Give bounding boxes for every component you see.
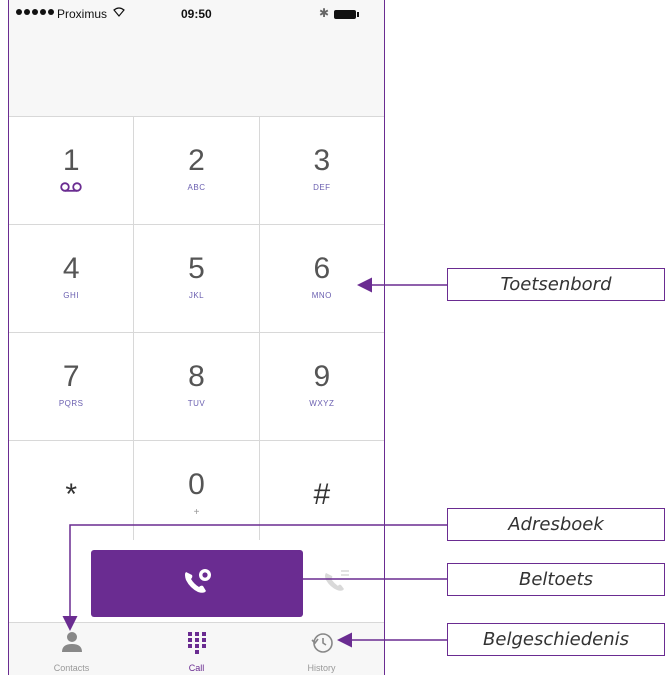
key-2[interactable]: 2 ABC — [134, 117, 260, 224]
key-digit: # — [313, 478, 331, 511]
dialpad-icon — [187, 631, 207, 660]
key-8[interactable]: 8 TUV — [134, 333, 260, 440]
status-time: 09:50 — [181, 7, 212, 21]
key-plus: + — [193, 507, 200, 518]
key-letters: JKL — [188, 291, 205, 300]
key-letters: DEF — [313, 183, 331, 192]
key-digit: 8 — [188, 360, 205, 393]
callout-call-button: Beltoets — [447, 563, 665, 596]
keypad-row: 4 GHI 5 JKL 6 MNO — [9, 225, 384, 333]
bluetooth-icon: ✱ — [319, 6, 330, 20]
voicemail-icon — [9, 177, 133, 197]
number-display — [9, 30, 384, 116]
key-digit: 3 — [313, 144, 331, 177]
key-star[interactable]: * — [9, 441, 135, 548]
call-button[interactable] — [91, 550, 303, 617]
call-area — [9, 540, 384, 622]
keypad-row: 1 2 ABC 3 DEF — [9, 117, 384, 225]
key-7[interactable]: 7 PQRS — [9, 333, 135, 440]
key-letters: WXYZ — [309, 399, 335, 408]
key-digit: 7 — [62, 360, 80, 393]
tab-bar: Contacts Call History — [9, 622, 384, 675]
tab-label: Contacts — [53, 663, 90, 673]
key-hash[interactable]: # — [260, 441, 384, 548]
key-digit: 2 — [188, 144, 205, 177]
key-4[interactable]: 4 GHI — [9, 225, 135, 332]
key-digit: 9 — [313, 360, 331, 393]
key-1[interactable]: 1 — [9, 117, 135, 224]
tab-label: Call — [188, 663, 205, 673]
key-3[interactable]: 3 DEF — [260, 117, 384, 224]
key-letters: PQRS — [58, 399, 84, 408]
callout-keypad: Toetsenbord — [447, 268, 665, 301]
tab-contacts[interactable]: Contacts — [9, 623, 134, 675]
keypad-row: 7 PQRS 8 TUV 9 WXYZ — [9, 333, 384, 441]
key-5[interactable]: 5 JKL — [134, 225, 260, 332]
phone-screen: Proximus 09:50 ✱ 1 2 ABC 3 DEF 4 GHI 5 J… — [8, 0, 385, 675]
key-digit: * — [65, 478, 77, 511]
status-bar: Proximus 09:50 ✱ — [9, 0, 384, 30]
key-digit: 5 — [188, 252, 205, 285]
key-digit: 1 — [62, 144, 80, 177]
phone-call-icon — [180, 566, 214, 601]
battery-icon — [334, 10, 359, 19]
history-icon — [310, 631, 334, 660]
signal-strength-icon — [16, 9, 54, 15]
carrier-name: Proximus — [57, 7, 108, 21]
key-digit: 4 — [62, 252, 80, 285]
key-6[interactable]: 6 MNO — [260, 225, 384, 332]
phone-disabled-icon[interactable] — [321, 568, 353, 601]
tab-history[interactable]: History — [259, 623, 384, 675]
key-0[interactable]: 0 + — [134, 441, 260, 548]
key-9[interactable]: 9 WXYZ — [260, 333, 384, 440]
key-letters: MNO — [311, 291, 332, 300]
tab-label: History — [307, 663, 336, 673]
key-letters: GHI — [63, 291, 80, 300]
keypad-row: * 0 + # — [9, 441, 384, 548]
wifi-icon — [113, 6, 125, 20]
dial-keypad: 1 2 ABC 3 DEF 4 GHI 5 JKL 6 MNO 7 PQRS 8… — [9, 116, 384, 548]
key-digit: 0 — [188, 468, 205, 501]
tab-call[interactable]: Call — [134, 623, 259, 675]
key-digit: 6 — [313, 252, 331, 285]
callout-contacts: Adresboek — [447, 508, 665, 541]
key-letters: ABC — [187, 183, 206, 192]
key-letters: TUV — [187, 399, 206, 408]
callout-history: Belgeschiedenis — [447, 623, 665, 656]
person-icon — [61, 631, 83, 658]
